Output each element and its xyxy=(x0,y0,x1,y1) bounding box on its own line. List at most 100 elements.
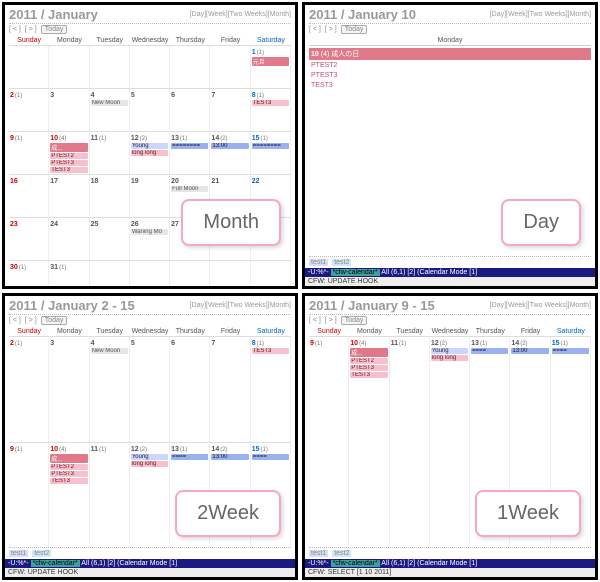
day-event[interactable]: PTEST3 xyxy=(309,71,591,80)
calendar-event[interactable]: TEST3 xyxy=(50,167,87,173)
calendar-cell[interactable]: 9(1) xyxy=(9,443,49,548)
calendar-cell[interactable]: 6 xyxy=(170,89,210,131)
calendar-cell[interactable]: 11(1) xyxy=(90,443,130,548)
calendar-event[interactable]: Young xyxy=(131,143,168,149)
calendar-cell[interactable]: 15(1)======== xyxy=(251,132,291,174)
calendar-event[interactable]: 13:00 xyxy=(211,143,248,149)
calendar-event[interactable]: ======== xyxy=(171,143,208,149)
calendar-cell[interactable]: 17 xyxy=(49,175,89,217)
footer-chip-test2[interactable]: test2 xyxy=(332,550,351,557)
calendar-cell[interactable]: 16 xyxy=(9,175,49,217)
calendar-cell[interactable] xyxy=(170,46,210,88)
footer-chip-test1[interactable]: test1 xyxy=(309,550,328,557)
calendar-cell[interactable] xyxy=(49,46,89,88)
calendar-event[interactable]: ==== xyxy=(552,348,589,354)
calendar-event[interactable]: TEST3 xyxy=(252,100,289,106)
calendar-event[interactable]: PTEST3 xyxy=(50,471,87,477)
calendar-event[interactable]: Young xyxy=(431,348,468,354)
calendar-event[interactable]: long long xyxy=(131,150,168,156)
calendar-cell[interactable]: 12(2)Younglong long xyxy=(130,443,170,548)
nav-next[interactable]: [ > ] xyxy=(325,26,337,33)
calendar-cell[interactable]: 7 xyxy=(210,337,250,442)
view-tabs[interactable]: [Day][Week][Two Weeks][Month] xyxy=(490,11,591,18)
calendar-cell[interactable] xyxy=(9,46,49,88)
calendar-cell[interactable]: 1(1)元旦 xyxy=(251,46,291,88)
calendar-event[interactable]: ======== xyxy=(252,143,289,149)
calendar-cell[interactable]: 3 xyxy=(49,89,89,131)
calendar-event[interactable]: TEST3 xyxy=(350,372,387,378)
calendar-cell[interactable]: 3 xyxy=(49,337,89,442)
day-event[interactable]: PTEST2 xyxy=(309,61,591,70)
nav-next[interactable]: [ > ] xyxy=(325,317,337,324)
calendar-cell[interactable]: 8(1)TEST3 xyxy=(251,337,291,442)
calendar-event[interactable]: 成... xyxy=(50,143,87,152)
nav-prev[interactable]: [ < ] xyxy=(309,317,321,324)
calendar-cell[interactable]: 4New Moon xyxy=(90,337,130,442)
calendar-event[interactable]: TEST3 xyxy=(50,478,87,484)
calendar-event[interactable]: New Moon xyxy=(91,100,128,106)
calendar-event[interactable]: 13:00 xyxy=(511,348,548,354)
day-event[interactable]: TEST3 xyxy=(309,81,591,90)
calendar-cell[interactable]: 10(4)成...PTEST2PTEST3TEST3 xyxy=(49,443,89,548)
today-button[interactable]: Today xyxy=(341,25,368,34)
calendar-cell[interactable]: 23 xyxy=(9,218,49,260)
calendar-cell[interactable]: 26Waning Mo xyxy=(130,218,170,260)
calendar-cell[interactable]: 11(1) xyxy=(90,132,130,174)
calendar-event[interactable]: 成... xyxy=(350,348,387,357)
calendar-event[interactable]: PTEST2 xyxy=(50,464,87,470)
calendar-event[interactable]: PTEST2 xyxy=(50,153,87,159)
month-grid[interactable]: 1(1)元旦 2(1)34New Moon5678(1)TEST3 9(1)10(4… xyxy=(9,45,291,289)
calendar-event[interactable]: PTEST2 xyxy=(350,358,387,364)
calendar-cell[interactable]: 19 xyxy=(130,175,170,217)
calendar-event[interactable]: 元旦 xyxy=(252,57,289,66)
today-button[interactable]: Today xyxy=(41,316,68,325)
footer-chip-test2[interactable]: test2 xyxy=(32,550,51,557)
nav-next[interactable]: [ > ] xyxy=(25,26,37,33)
calendar-cell[interactable] xyxy=(90,46,130,88)
calendar-cell[interactable] xyxy=(210,46,250,88)
calendar-cell[interactable]: 7 xyxy=(210,89,250,131)
calendar-cell[interactable]: 31(1) xyxy=(49,261,89,289)
today-button[interactable]: Today xyxy=(341,316,368,325)
calendar-cell[interactable] xyxy=(90,261,130,289)
calendar-cell[interactable]: 10(4)成...PTEST2PTEST3TEST3 xyxy=(49,132,89,174)
calendar-cell[interactable]: 18 xyxy=(90,175,130,217)
calendar-cell[interactable]: 14(2)13:00 xyxy=(210,132,250,174)
calendar-event[interactable]: 13:00 xyxy=(211,454,248,460)
calendar-cell[interactable] xyxy=(130,46,170,88)
calendar-event[interactable]: long long xyxy=(431,355,468,361)
nav-prev[interactable]: [ < ] xyxy=(9,317,21,324)
calendar-event[interactable]: long long xyxy=(131,461,168,467)
calendar-cell[interactable]: 5 xyxy=(130,89,170,131)
calendar-event[interactable]: Young xyxy=(131,454,168,460)
footer-chip-test1[interactable]: test1 xyxy=(9,550,28,557)
calendar-cell[interactable]: 13(1)======== xyxy=(170,132,210,174)
calendar-cell[interactable]: 6 xyxy=(170,337,210,442)
nav-prev[interactable]: [ < ] xyxy=(309,26,321,33)
calendar-event[interactable]: ==== xyxy=(471,348,508,354)
calendar-event[interactable]: ==== xyxy=(171,454,208,460)
footer-chip-test1[interactable]: test1 xyxy=(309,259,328,266)
view-tabs[interactable]: [Day][Week][Two Weeks][Month] xyxy=(190,11,291,18)
calendar-cell[interactable] xyxy=(251,261,291,289)
calendar-cell[interactable]: 4New Moon xyxy=(90,89,130,131)
calendar-event[interactable]: Waning Mo xyxy=(131,229,168,235)
nav-next[interactable]: [ > ] xyxy=(25,317,37,324)
calendar-cell[interactable]: 11(1) xyxy=(390,337,430,547)
calendar-cell[interactable]: 5 xyxy=(130,337,170,442)
calendar-cell[interactable] xyxy=(210,261,250,289)
calendar-event[interactable]: TEST3 xyxy=(252,348,289,354)
nav-prev[interactable]: [ < ] xyxy=(9,26,21,33)
calendar-event[interactable]: ==== xyxy=(252,454,289,460)
calendar-cell[interactable]: 2(1) xyxy=(9,89,49,131)
today-button[interactable]: Today xyxy=(41,25,68,34)
calendar-cell[interactable]: 25 xyxy=(90,218,130,260)
calendar-cell[interactable]: 8(1)TEST3 xyxy=(251,89,291,131)
calendar-cell[interactable]: 9(1) xyxy=(309,337,349,547)
calendar-cell[interactable]: 10(4)成...PTEST2PTEST3TEST3 xyxy=(349,337,389,547)
calendar-event[interactable]: PTEST3 xyxy=(50,160,87,166)
calendar-event[interactable]: Full Moon xyxy=(171,186,208,192)
calendar-cell[interactable]: 12(2)Younglong long xyxy=(430,337,470,547)
calendar-cell[interactable]: 9(1) xyxy=(9,132,49,174)
calendar-cell[interactable] xyxy=(170,261,210,289)
